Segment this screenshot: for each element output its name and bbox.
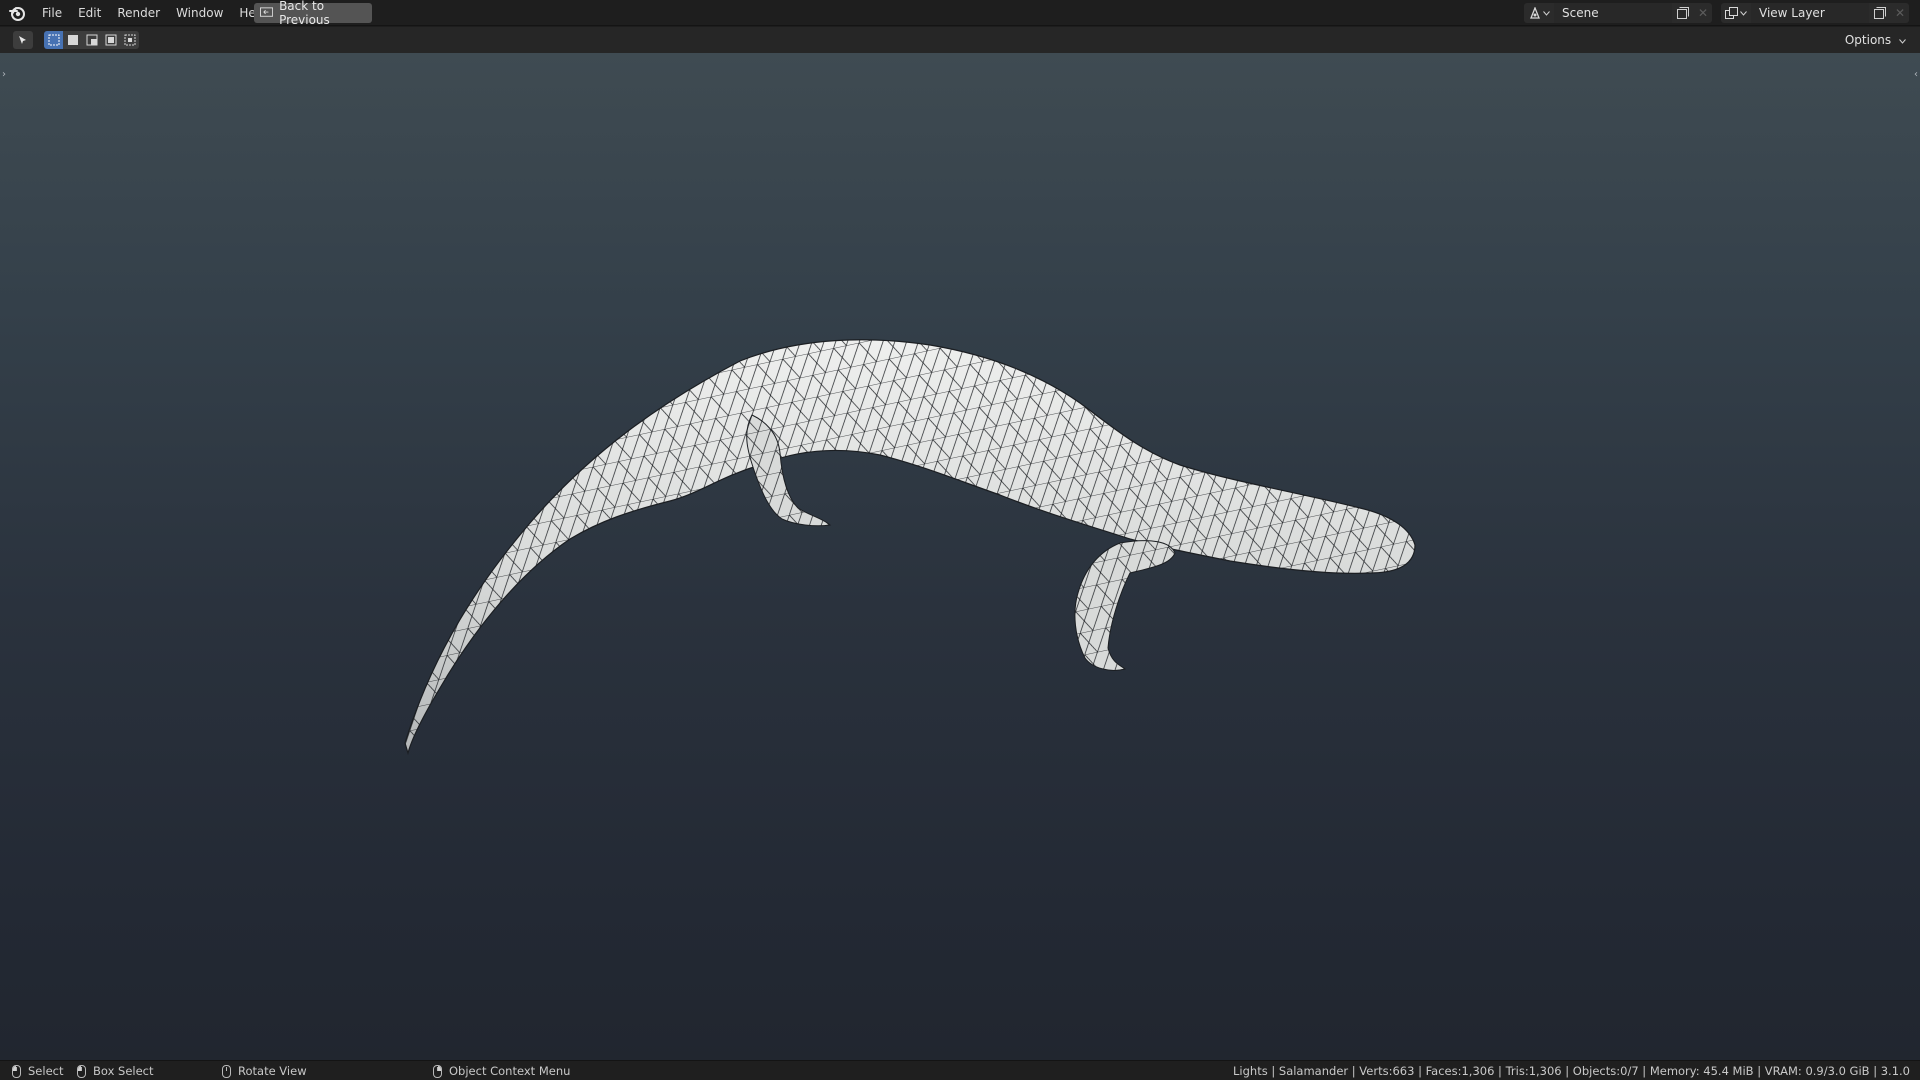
viewport-header: Options: [0, 27, 1920, 53]
close-icon: ✕: [1894, 6, 1906, 20]
status-select-label: Select: [28, 1064, 64, 1078]
select-intersect-icon: [124, 34, 135, 46]
select-extend-button[interactable]: [63, 31, 82, 49]
status-rotate-label: Rotate View: [238, 1064, 307, 1078]
scene-selector: Scene ✕: [1524, 3, 1712, 23]
scene-icon: [1529, 7, 1540, 19]
menu-render[interactable]: Render: [109, 0, 168, 26]
3d-viewport[interactable]: › ‹: [0, 53, 1920, 1060]
salamander-front-leg: [1074, 540, 1176, 671]
options-label: Options: [1844, 33, 1892, 47]
select-intersect-button[interactable]: [120, 31, 139, 49]
select-extend-icon: [67, 35, 78, 45]
blender-logo-icon[interactable]: [8, 4, 26, 22]
menu-window[interactable]: Window: [168, 0, 231, 26]
new-scene-button[interactable]: [1672, 3, 1694, 23]
salamander-body: [404, 339, 1416, 754]
menu-edit[interactable]: Edit: [70, 0, 109, 26]
select-new-icon: [48, 34, 59, 46]
top-bar: File Edit Render Window Help Back to Pre…: [0, 0, 1920, 27]
selection-mode-group: [44, 31, 139, 49]
left-mouse-icon: [12, 1064, 21, 1078]
salamander-mesh[interactable]: [0, 53, 1920, 1060]
scene-browse-button[interactable]: [1524, 3, 1554, 23]
scene-name-field[interactable]: Scene: [1554, 3, 1672, 23]
status-rotate-hint: Rotate View: [222, 1061, 307, 1080]
status-bar: Select Box Select Rotate View Object Con…: [0, 1060, 1920, 1080]
select-invert-button[interactable]: [101, 31, 120, 49]
tool-mode-button[interactable]: [13, 31, 33, 49]
drag-mouse-icon: [77, 1064, 86, 1078]
options-dropdown[interactable]: Options: [1838, 30, 1912, 50]
delete-view-layer-button[interactable]: ✕: [1891, 3, 1909, 23]
delete-scene-button[interactable]: ✕: [1694, 3, 1712, 23]
status-context-label: Object Context Menu: [449, 1064, 571, 1078]
select-subtract-icon: [86, 34, 97, 46]
scene-statistics: Lights | Salamander | Verts:663 | Faces:…: [1233, 1064, 1910, 1078]
chevron-down-icon: [1899, 39, 1906, 44]
status-box-select-label: Box Select: [93, 1064, 154, 1078]
middle-mouse-icon: [222, 1064, 231, 1078]
duplicate-icon: [1874, 7, 1886, 19]
back-to-previous-button[interactable]: Back to Previous: [254, 0, 372, 27]
menu-file[interactable]: File: [34, 0, 70, 26]
view-layer-icon: [1725, 7, 1738, 19]
new-view-layer-button[interactable]: [1869, 3, 1891, 23]
select-new-button[interactable]: [44, 31, 63, 49]
select-invert-icon: [105, 34, 116, 46]
view-layer-selector: View Layer ✕: [1721, 3, 1909, 23]
status-context-hint: Object Context Menu: [433, 1061, 570, 1080]
select-subtract-button[interactable]: [82, 31, 101, 49]
back-to-previous-label: Back to Previous: [279, 0, 330, 27]
duplicate-icon: [1677, 7, 1689, 19]
right-mouse-icon: [433, 1064, 442, 1078]
back-to-previous-icon: [260, 7, 274, 17]
close-icon: ✕: [1697, 6, 1709, 20]
view-layer-browse-button[interactable]: [1721, 3, 1751, 23]
main-menu: File Edit Render Window Help: [34, 0, 275, 26]
select-mode-icon: [19, 36, 26, 44]
status-select-hint: Select: [12, 1061, 63, 1080]
status-box-select-hint: Box Select: [77, 1061, 154, 1080]
chevron-down-icon: [1740, 10, 1747, 16]
view-layer-name-field[interactable]: View Layer: [1751, 3, 1869, 23]
chevron-down-icon: [1542, 10, 1550, 16]
